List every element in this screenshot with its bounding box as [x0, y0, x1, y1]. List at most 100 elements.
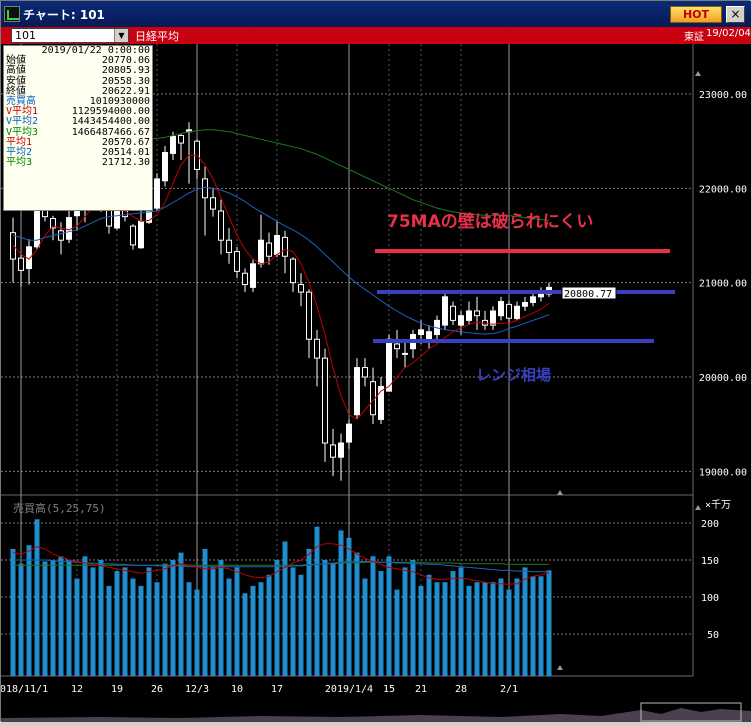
x-tick-label: 2018/11/1 — [1, 684, 48, 695]
chevron-down-icon[interactable]: ▼ — [114, 29, 128, 42]
candle-body — [498, 301, 504, 317]
volume-bar — [106, 585, 112, 676]
candle-body — [10, 232, 16, 260]
volume-bar — [234, 567, 240, 676]
info-value: 1443454400.00 — [71, 116, 150, 128]
candle — [18, 254, 24, 287]
volume-bar — [178, 552, 184, 676]
overview-strip[interactable] — [1, 702, 751, 722]
title-bar[interactable]: チャート: 101 HOT × — [1, 1, 751, 27]
volume-bar — [122, 567, 128, 676]
volume-bar — [34, 519, 40, 676]
volume-bar — [386, 556, 392, 676]
candle — [26, 239, 32, 285]
symbol-value: 101 — [15, 29, 36, 42]
candle-body — [138, 220, 144, 249]
volume-bar — [130, 578, 136, 676]
volume-bar — [338, 530, 344, 676]
volume-bar — [434, 582, 440, 676]
candle-body — [58, 230, 64, 241]
volume-tick-label: 200 — [701, 519, 719, 530]
candle — [522, 296, 528, 311]
candle-body — [474, 310, 480, 317]
x-tick-label: 2019/1/4 — [325, 684, 373, 695]
price-tick-label: 20000.00 — [699, 373, 747, 384]
volume-bar — [370, 556, 376, 676]
volume-bar — [202, 548, 208, 676]
volume-bar — [250, 585, 256, 676]
candle — [282, 230, 288, 274]
symbol-toolbar: 101 ▼ 日経平均 東証 19/02/04 — [1, 27, 751, 44]
close-button[interactable]: × — [726, 6, 745, 23]
candle-body — [514, 305, 520, 320]
candle — [162, 145, 168, 187]
volume-bar — [506, 589, 512, 676]
volume-bar — [450, 571, 456, 676]
volume-bar — [274, 560, 280, 676]
hot-button[interactable]: HOT — [670, 6, 722, 23]
candle-body — [162, 151, 168, 182]
volume-bar — [218, 560, 224, 676]
candle-body — [202, 178, 208, 199]
volume-bar — [242, 593, 248, 676]
candle-body — [154, 178, 160, 209]
price-tick-label: 22000.00 — [699, 184, 747, 195]
candle — [330, 428, 336, 477]
volume-bar — [210, 567, 216, 676]
scroll-up-icon — [695, 505, 701, 510]
candle — [154, 173, 160, 211]
chart-app-icon — [4, 6, 20, 22]
candle — [346, 419, 352, 449]
candle-body — [242, 272, 248, 286]
volume-bar — [50, 560, 56, 676]
candle — [466, 301, 472, 326]
candle — [354, 358, 360, 420]
volume-bar — [298, 574, 304, 676]
volume-bar — [18, 563, 24, 676]
candle — [410, 329, 416, 359]
volume-bar — [258, 582, 264, 676]
volume-bar — [98, 560, 104, 676]
volume-bar — [146, 567, 152, 676]
candle-body — [490, 310, 496, 326]
volume-bar — [410, 560, 416, 676]
candle — [298, 273, 304, 307]
candle-body — [530, 296, 536, 303]
candle — [194, 139, 200, 179]
window-title: チャート: 101 — [23, 8, 105, 22]
volume-bar — [138, 585, 144, 676]
candle-body — [330, 444, 336, 458]
x-tick-label: 17 — [271, 684, 283, 695]
candle-body — [66, 217, 72, 240]
candle — [258, 214, 264, 268]
candle-body — [298, 284, 304, 293]
candle — [490, 306, 496, 330]
candle — [10, 217, 16, 283]
price-tick-label: 21000.00 — [699, 279, 747, 290]
candle-body — [426, 331, 432, 340]
volume-bar — [482, 582, 488, 676]
candle-body — [450, 305, 456, 321]
candle — [314, 329, 320, 387]
index-name: 日経平均 — [135, 30, 179, 43]
candle-body — [266, 242, 272, 257]
volume-bar — [490, 582, 496, 676]
symbol-select[interactable]: 101 ▼ — [11, 28, 129, 43]
candle — [218, 199, 224, 255]
candle — [242, 268, 248, 293]
candle — [402, 339, 408, 368]
volume-tick-label: 50 — [707, 630, 719, 641]
price-tick-label: 23000.00 — [699, 90, 747, 101]
candle-body — [394, 343, 400, 350]
candle-body — [290, 258, 296, 284]
volume-bar — [546, 570, 552, 676]
volume-bar — [346, 537, 352, 676]
volume-bar — [186, 582, 192, 676]
volume-bar — [58, 556, 64, 676]
candle-body — [402, 352, 408, 355]
x-tick-label: 12 — [71, 684, 83, 695]
candle — [506, 300, 512, 325]
candle — [426, 325, 432, 349]
x-tick-label: 2/1 — [500, 684, 518, 695]
candle — [138, 210, 144, 249]
